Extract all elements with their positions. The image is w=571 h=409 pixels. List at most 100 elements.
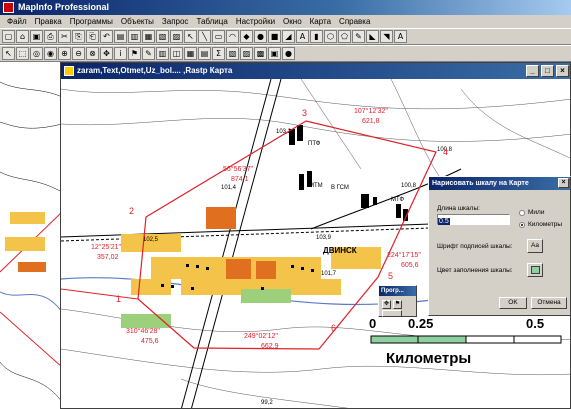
- tool-icon[interactable]: ⚑: [393, 300, 402, 309]
- toolbar-button-icon[interactable]: ◆: [240, 30, 253, 43]
- distance-label: 621,8: [362, 118, 380, 125]
- menu-item[interactable]: Правка: [31, 17, 66, 26]
- main-toolbar: ▢ ⌂ ▣ ⎙ ✂ ⎘ ⎗ ↶ ▤ ▥ ▦ ▧ ▨ ↖ ╲ ▭ ◠ ◆ ● ■ ◢ A ▮ ⬡ ⬠ ✎ ◣ ◥ A: [0, 28, 571, 45]
- toolbar-button-icon[interactable]: ●: [254, 30, 267, 43]
- close-button[interactable]: ×: [556, 65, 569, 77]
- toolbar-button-icon[interactable]: ▩: [254, 47, 267, 60]
- toolbar-button-icon[interactable]: ⊗: [86, 47, 99, 60]
- toolbar-button-icon[interactable]: ↖: [184, 30, 197, 43]
- toolbar-button-icon[interactable]: ◥: [380, 30, 393, 43]
- scale-bar-dialog: Нарисовать шкалу на Карте × Длина шкалы:…: [428, 176, 571, 316]
- bearing-label: 56°56'37": [223, 165, 253, 173]
- scale-tick-label: 0.5: [526, 316, 545, 331]
- miles-radio[interactable]: [519, 210, 525, 216]
- vertex-number: 5: [388, 271, 393, 281]
- toolbar-button-icon[interactable]: ◫: [170, 47, 183, 60]
- toolbar-button-icon[interactable]: ⬡: [324, 30, 337, 43]
- toolbar-button-icon[interactable]: ▣: [268, 47, 281, 60]
- bearing-labels: 107°12'32" 621,8 56°56'37" 874,1 12°25'2…: [91, 107, 421, 350]
- toolbar-button-icon[interactable]: ▮: [310, 30, 323, 43]
- menu-item[interactable]: Объекты: [117, 17, 158, 26]
- toolbar-button-icon[interactable]: A: [394, 30, 407, 43]
- toolbar-button-icon[interactable]: ◢: [282, 30, 295, 43]
- scale-bar[interactable]: 0 0.25 0.5 Километры: [366, 316, 571, 376]
- toolbar-button-icon[interactable]: ▥: [156, 47, 169, 60]
- tools-toolbar: ↖ ⬚ ◎ ◉ ⊕ ⊖ ⊗ ✥ i ⚑ ✎ ▥ ◫ ▦ ▤ Σ ▧ ▨ ▩ ▣ ●: [0, 45, 571, 62]
- toolbar-button-icon[interactable]: ◣: [366, 30, 379, 43]
- toolbar-button-icon[interactable]: ▢: [2, 30, 15, 43]
- toolbar-button-icon[interactable]: ⚑: [128, 47, 141, 60]
- minimize-button[interactable]: _: [526, 65, 539, 77]
- spot-height: 100,8: [401, 183, 417, 189]
- toolbar-button-icon[interactable]: ╲: [198, 30, 211, 43]
- fill-color-label: Цвет заполнения шкалы:: [437, 267, 513, 274]
- spot-height: 103,9: [316, 235, 332, 241]
- dialog-close-button[interactable]: ×: [558, 178, 569, 188]
- toolbar-button-icon[interactable]: ▭: [212, 30, 225, 43]
- toolbar-button-icon[interactable]: ▣: [30, 30, 43, 43]
- toolbar-button-icon[interactable]: ↖: [2, 47, 15, 60]
- toolbar-button-icon[interactable]: ◉: [44, 47, 57, 60]
- bearing-label: 310°46'28": [126, 327, 160, 335]
- tool-icon[interactable]: ✥: [382, 300, 391, 309]
- spot-height: 102,5: [143, 237, 159, 243]
- toolbar-button-icon[interactable]: ⊕: [58, 47, 71, 60]
- toolbar-button-icon[interactable]: ✥: [100, 47, 113, 60]
- kilometers-radio[interactable]: [519, 222, 525, 228]
- toolbar-button-icon[interactable]: ✂: [58, 30, 71, 43]
- cancel-button[interactable]: Отмена: [531, 297, 567, 309]
- toolbar-button-icon[interactable]: ◠: [226, 30, 239, 43]
- menu-item[interactable]: Файл: [3, 17, 31, 26]
- distance-label: 357,02: [97, 254, 119, 261]
- toolbar-button-icon[interactable]: ▨: [240, 47, 253, 60]
- toolbar-button-icon[interactable]: ✎: [352, 30, 365, 43]
- toolbar-button-icon[interactable]: ✎: [142, 47, 155, 60]
- menu-item[interactable]: Таблица: [192, 17, 231, 26]
- toolbar-button-icon[interactable]: Σ: [212, 47, 225, 60]
- toolbar-button-icon[interactable]: ⌂: [16, 30, 29, 43]
- miles-label: Мили: [528, 209, 545, 216]
- length-input[interactable]: 0.5: [437, 214, 510, 225]
- settlement-blocks: [121, 207, 381, 328]
- fill-color-button[interactable]: [527, 263, 543, 277]
- toolbar-button-icon[interactable]: ▨: [170, 30, 183, 43]
- toolbar-button-icon[interactable]: ⎘: [72, 30, 85, 43]
- background-map-window[interactable]: [0, 62, 62, 409]
- toolbar-button-icon[interactable]: ⊖: [72, 47, 85, 60]
- bearing-label: 249°02'12": [244, 332, 278, 340]
- maximize-button[interactable]: □: [541, 65, 554, 77]
- menu-item[interactable]: Программы: [66, 17, 117, 26]
- toolbar-button-icon[interactable]: i: [114, 47, 127, 60]
- toolbar-button-icon[interactable]: ●: [282, 47, 295, 60]
- toolbar-button-icon[interactable]: ■: [268, 30, 281, 43]
- spot-height: 101,4: [221, 185, 237, 191]
- program-mini-window[interactable]: Прогр... ✥ ⚑: [378, 285, 417, 317]
- toolbar-button-icon[interactable]: ▧: [226, 47, 239, 60]
- toolbar-button-icon[interactable]: ↶: [100, 30, 113, 43]
- vertex-number: 2: [129, 206, 134, 216]
- toolbar-button-icon[interactable]: ⎗: [86, 30, 99, 43]
- toolbar-button-icon[interactable]: ⎙: [44, 30, 57, 43]
- toolbar-button-icon[interactable]: ⬠: [338, 30, 351, 43]
- toolbar-button-icon[interactable]: ▤: [114, 30, 127, 43]
- toolbar-button-icon[interactable]: ▦: [142, 30, 155, 43]
- font-button[interactable]: Аа: [527, 239, 543, 253]
- menu-item[interactable]: Справка: [335, 17, 374, 26]
- toolbar-button-icon[interactable]: ⬚: [16, 47, 29, 60]
- menu-item[interactable]: Карта: [306, 17, 335, 26]
- toolbar-button-icon[interactable]: ◎: [30, 47, 43, 60]
- ok-button[interactable]: OK: [499, 297, 527, 309]
- menu-item[interactable]: Настройки: [232, 17, 279, 26]
- toolbar-button-icon[interactable]: ▧: [156, 30, 169, 43]
- toolbar-button-icon[interactable]: ▥: [128, 30, 141, 43]
- map-window-icon: [64, 66, 74, 76]
- toolbar-button-icon[interactable]: ▤: [198, 47, 211, 60]
- app-title: MapInfo Professional: [18, 2, 110, 12]
- scale-unit-label: Километры: [386, 350, 472, 367]
- toolbar-button-icon[interactable]: ▦: [184, 47, 197, 60]
- menu-item[interactable]: Окно: [279, 17, 306, 26]
- map-window-title: zaram,Text,Otmet,Uz_bol.... ,Rastp Карта: [77, 66, 233, 75]
- menu-item[interactable]: Запрос: [158, 17, 193, 26]
- map-window-titlebar[interactable]: zaram,Text,Otmet,Uz_bol.... ,Rastp Карта…: [61, 63, 570, 79]
- toolbar-button-icon[interactable]: A: [296, 30, 309, 43]
